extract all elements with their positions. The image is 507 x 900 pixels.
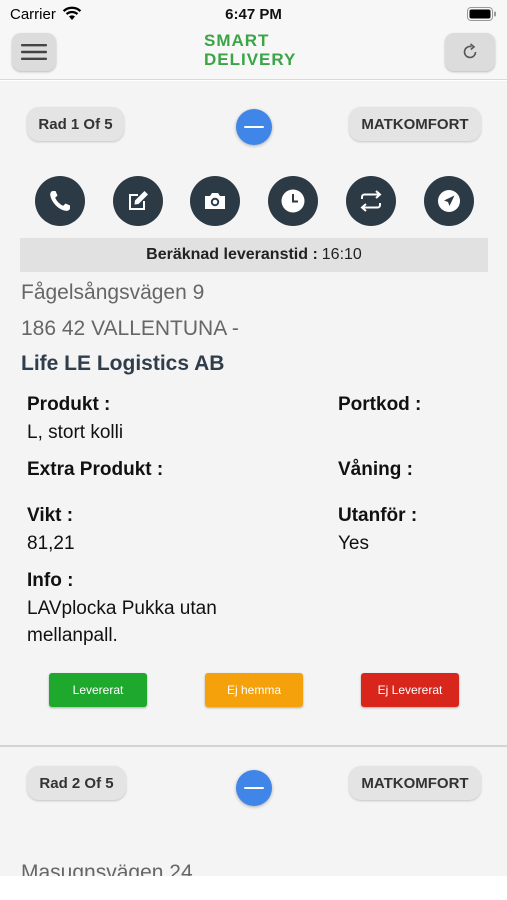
minus-icon [244,126,264,128]
weight-label: Vikt : [27,505,74,526]
refresh-button[interactable] [445,33,495,71]
delivery-list[interactable]: Rad 1 Of 5 MATKOMFORT Beräknad leveranst… [0,81,507,876]
row-counter-badge: Rad 1 Of 5 [27,107,124,141]
product-value: L, stort kolli [27,422,124,443]
camera-button[interactable] [190,176,240,226]
menu-icon [21,44,47,60]
info-value-line2: mellanpall. [27,625,118,646]
eta-value: 16:10 [321,246,362,263]
collapse-button-2[interactable] [236,770,272,806]
logo-text-delivery: DELIVERY [204,50,297,69]
company-name: Life LE Logistics AB [21,352,225,375]
navigate-button[interactable] [424,176,474,226]
smart-delivery-logo: SMART DELIVERY [204,31,314,71]
weight-value: 81,21 [27,533,75,554]
card-divider [0,745,507,747]
clock-icon [281,189,305,213]
edit-button[interactable] [113,176,163,226]
street-address-2: Masugnsvägen 24 [21,861,193,876]
estimated-delivery-time: Beräknad leveranstid : 16:10 [20,238,488,272]
not-delivered-button[interactable]: Ej Levererat [361,673,459,707]
app-header: SMART DELIVERY [0,28,507,80]
collapse-button[interactable] [236,109,272,145]
navigate-icon [438,190,460,212]
door-code-label: Portkod : [338,394,422,415]
delivered-button[interactable]: Levererat [49,673,147,707]
status-bar: Carrier 6:47 PM [0,0,507,28]
eta-label: Beräknad leveranstid : [146,246,318,263]
action-buttons [0,176,507,228]
swap-icon [360,190,382,212]
camera-icon [205,193,225,209]
minus-icon [244,787,264,789]
extra-product-label: Extra Produkt : [27,459,164,480]
not-home-button[interactable]: Ej hemma [205,673,303,707]
outside-label: Utanför : [338,505,418,526]
info-value-line1: LAVplocka Pukka utan [27,598,217,619]
time-button[interactable] [268,176,318,226]
info-label: Info : [27,570,74,591]
call-button[interactable] [35,176,85,226]
outside-value: Yes [338,533,369,554]
clock-time: 6:47 PM [225,6,282,23]
row-counter-badge-2: Rad 2 Of 5 [27,766,126,800]
swap-button[interactable] [346,176,396,226]
floor-label: Våning : [338,459,413,480]
battery-icon [467,7,497,21]
product-label: Produkt : [27,394,111,415]
postal-address: 186 42 VALLENTUNA - [21,317,239,340]
menu-button[interactable] [12,33,56,71]
phone-icon [50,191,70,211]
refresh-icon [463,43,477,59]
logo-text-smart: SMART [204,31,270,50]
edit-icon [129,191,148,210]
customer-tag: MATKOMFORT [349,107,481,141]
customer-tag-2: MATKOMFORT [349,766,481,800]
street-address: Fågelsångsvägen 9 [21,281,205,304]
